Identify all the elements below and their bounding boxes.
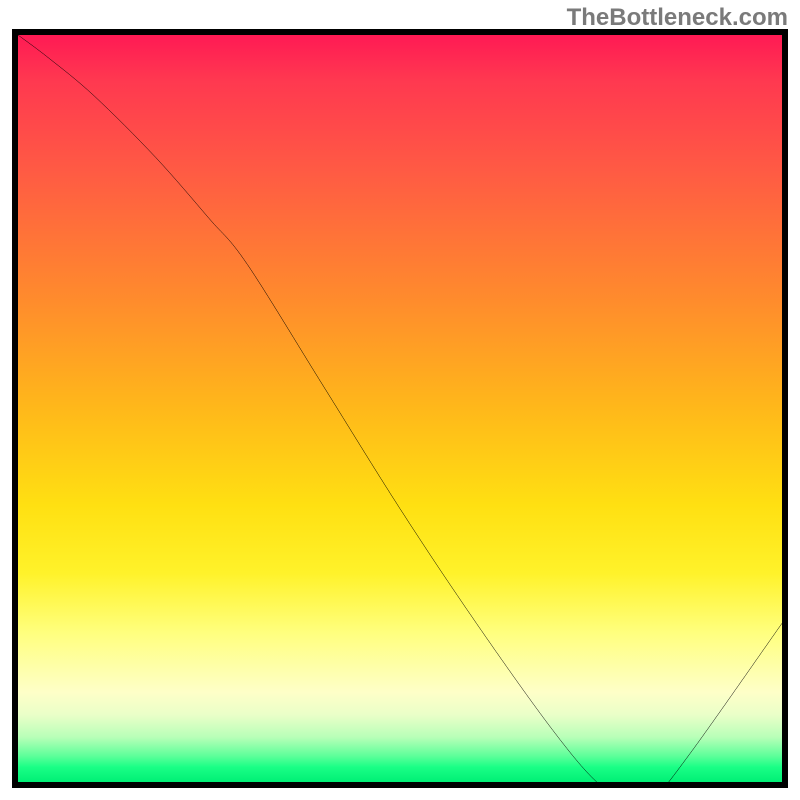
bottleneck-curve — [18, 35, 782, 788]
watermark-text: TheBottleneck.com — [567, 4, 788, 32]
plot-area — [18, 35, 782, 782]
chart-frame — [12, 29, 788, 788]
optimal-range-marker — [614, 785, 675, 788]
